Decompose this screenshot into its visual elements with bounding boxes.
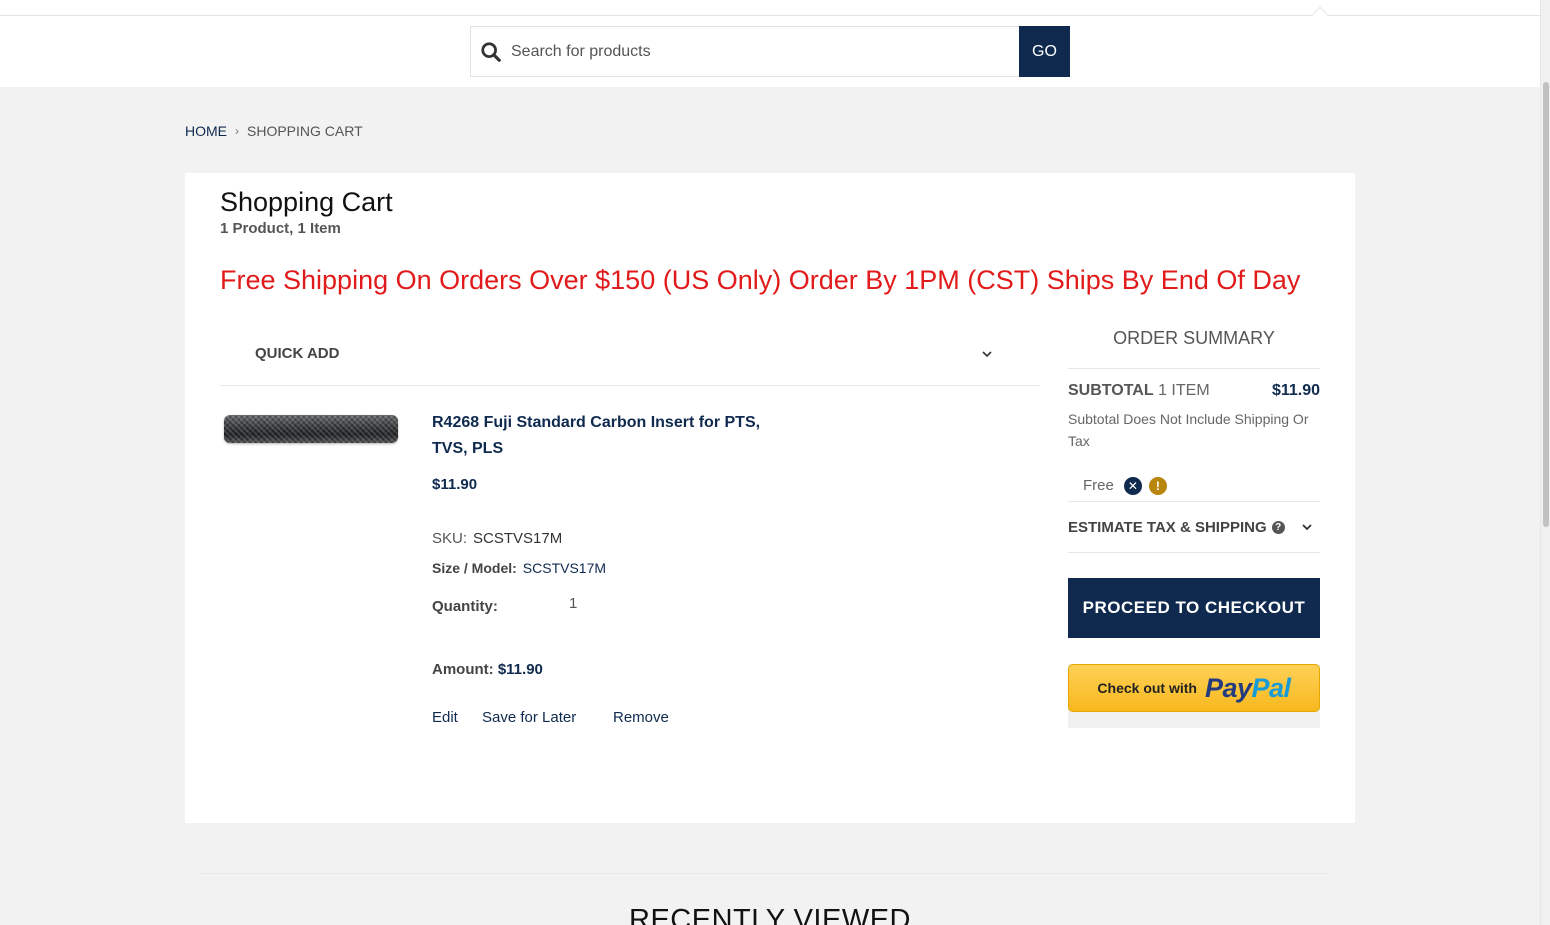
estimate-tax-shipping-toggle[interactable]: ESTIMATE TAX & SHIPPING ?	[1068, 502, 1320, 553]
chevron-down-icon	[1302, 524, 1312, 531]
save-for-later-link[interactable]: Save for Later	[482, 709, 576, 726]
subtotal-amount: $11.90	[1271, 382, 1320, 399]
paypal-container: Check out with PayPal	[1068, 664, 1320, 728]
cart-count: 1 Product, 1 Item	[220, 220, 341, 237]
breadcrumb-current: SHOPPING CART	[247, 123, 363, 139]
amount-value: $11.90	[497, 661, 543, 678]
cart-card: Shopping Cart 1 Product, 1 Item Free Shi…	[185, 173, 1355, 823]
breadcrumb-home-link[interactable]: HOME	[185, 123, 227, 139]
sku-row: SKU: SCSTVS17M	[432, 530, 562, 547]
quick-add-toggle[interactable]: QUICK ADD	[220, 323, 1040, 386]
chevron-down-icon	[982, 351, 992, 358]
section-divider	[200, 873, 1330, 874]
warning-icon[interactable]: !	[1148, 477, 1167, 495]
proceed-to-checkout-button[interactable]: PROCEED TO CHECKOUT	[1068, 578, 1320, 638]
shipping-row: Free ✕ !	[1068, 452, 1320, 502]
breadcrumb: HOME › SHOPPING CART	[185, 123, 363, 139]
subtotal-row: SUBTOTAL 1 ITEM $11.90	[1068, 382, 1320, 406]
paypal-checkout-button[interactable]: Check out with PayPal	[1068, 664, 1320, 712]
subtotal-note: Subtotal Does Not Include Shipping Or Ta…	[1068, 411, 1309, 449]
chevron-right-icon: ›	[235, 124, 239, 138]
dropdown-caret	[1311, 6, 1329, 24]
header-divider	[0, 15, 1540, 16]
scrollbar[interactable]	[1540, 0, 1550, 925]
size-model-label: Size / Model:	[432, 560, 517, 576]
sku-label: SKU:	[432, 530, 468, 547]
size-model-value: SCSTVS17M	[522, 560, 607, 576]
paypal-logo: PayPal	[1204, 672, 1291, 703]
amount-label: Amount:	[432, 661, 494, 678]
estimate-label: ESTIMATE TAX & SHIPPING	[1068, 518, 1267, 536]
edit-link[interactable]: Edit	[432, 709, 458, 726]
quick-add-label: QUICK ADD	[255, 345, 340, 362]
product-name-link[interactable]: R4268 Fuji Standard Carbon Insert for PT…	[432, 410, 762, 462]
subtotal-label: SUBTOTAL	[1068, 382, 1154, 399]
search-go-button[interactable]: GO	[1019, 26, 1070, 77]
search-bar: GO	[470, 26, 1070, 77]
subtotal-items: 1 ITEM	[1158, 382, 1210, 399]
amount-row: Amount: $11.90	[432, 661, 543, 678]
page-title: Shopping Cart	[220, 187, 393, 217]
order-summary-title: ORDER SUMMARY	[1068, 323, 1320, 369]
search-input[interactable]	[511, 27, 1016, 76]
scrollbar-thumb[interactable]	[1543, 82, 1549, 527]
product-image[interactable]	[224, 415, 398, 443]
product-price: $11.90	[432, 476, 478, 493]
size-model-row: Size / Model: SCSTVS17M	[432, 560, 606, 576]
remove-link[interactable]: Remove	[613, 709, 669, 726]
site-header: GO	[0, 0, 1540, 87]
paypal-text: Check out with	[1097, 680, 1197, 696]
shipping-value: Free	[1083, 477, 1114, 494]
search-icon	[481, 42, 501, 62]
promo-banner: Free Shipping On Orders Over $150 (US On…	[220, 265, 1301, 295]
order-summary: ORDER SUMMARY SUBTOTAL 1 ITEM $11.90 Sub…	[1068, 323, 1320, 728]
close-circle-icon[interactable]: ✕	[1123, 477, 1142, 495]
help-icon[interactable]: ?	[1271, 520, 1285, 534]
recently-viewed-heading: RECENTLY VIEWED	[629, 904, 911, 925]
quantity-label: Quantity:	[432, 598, 498, 615]
sku-value: SCSTVS17M	[473, 530, 563, 547]
quantity-input[interactable]	[569, 591, 609, 615]
